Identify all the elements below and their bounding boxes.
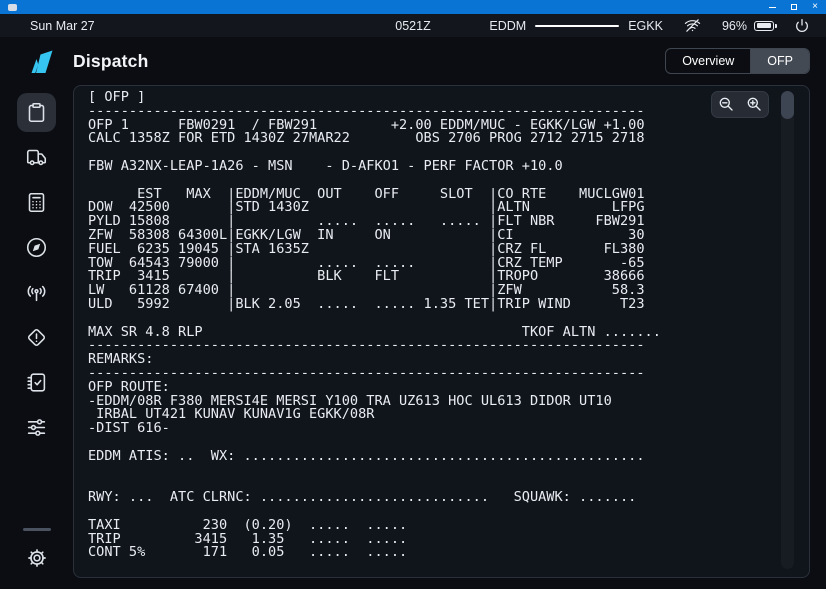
zoom-controls (711, 91, 769, 118)
sidebar-item-navigation[interactable] (17, 228, 56, 267)
tab-overview[interactable]: Overview (666, 49, 750, 73)
battery-fill (757, 23, 772, 28)
minimize-icon (769, 7, 776, 8)
scrollbar-thumb[interactable] (781, 91, 794, 119)
sidebar-item-performance[interactable] (17, 183, 56, 222)
clipboard-icon (26, 102, 47, 123)
compass-icon (26, 237, 47, 258)
window-titlebar: × (0, 0, 826, 14)
ofp-document-panel: [ OFP ] --------------------------------… (73, 85, 810, 578)
status-bar: Sun Mar 27 0521Z EDDM EGKK 96% (0, 14, 826, 37)
sidebar-item-checklists[interactable] (17, 363, 56, 402)
calculator-icon (26, 192, 47, 213)
battery-icon (754, 21, 774, 31)
power-button[interactable] (794, 18, 810, 34)
gear-icon (26, 547, 48, 569)
broadcast-icon (26, 282, 47, 303)
scrollbar-track[interactable] (781, 91, 794, 569)
view-tabs: Overview OFP (665, 48, 810, 74)
status-date: Sun Mar 27 (30, 19, 95, 33)
minimize-button[interactable] (769, 7, 776, 8)
zoom-in-icon (746, 96, 763, 113)
tab-ofp[interactable]: OFP (750, 49, 809, 73)
zoom-out-button[interactable] (712, 92, 740, 117)
ofp-text: [ OFP ] --------------------------------… (74, 86, 809, 560)
app-icon (8, 4, 17, 11)
maximize-icon (791, 4, 797, 10)
flybywire-logo (29, 48, 53, 74)
battery-percentage: 96% (722, 19, 747, 33)
destination-code: EGKK (628, 19, 663, 33)
sidebar-item-presets[interactable] (17, 408, 56, 447)
sliders-icon (26, 417, 47, 438)
wifi-off-icon (683, 17, 702, 34)
truck-icon (26, 147, 47, 168)
sidebar (0, 85, 73, 589)
sidebar-item-ground[interactable] (17, 138, 56, 177)
hazard-diamond-icon (26, 327, 47, 348)
close-button[interactable]: × (812, 2, 818, 12)
zoom-out-icon (718, 96, 735, 113)
sidebar-item-atc[interactable] (17, 273, 56, 312)
flight-progress-line (535, 25, 619, 27)
sidebar-item-settings[interactable] (17, 538, 56, 577)
sidebar-item-dispatch[interactable] (17, 93, 56, 132)
page-title: Dispatch (73, 51, 149, 72)
page-header: Dispatch Overview OFP (0, 37, 826, 85)
origin-code: EDDM (489, 19, 526, 33)
sidebar-item-failures[interactable] (17, 318, 56, 357)
checklist-icon (26, 372, 47, 393)
flight-progress: EDDM EGKK (489, 19, 663, 33)
zoom-in-button[interactable] (740, 92, 768, 117)
maximize-button[interactable] (791, 4, 797, 10)
sidebar-divider (23, 528, 51, 531)
